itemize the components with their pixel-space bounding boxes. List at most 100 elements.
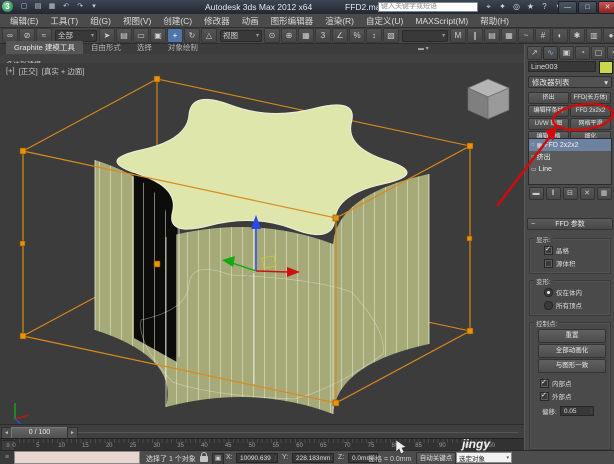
search-go-icon[interactable]: ⌖	[483, 1, 494, 12]
schematic-view-icon[interactable]: #	[535, 28, 551, 43]
modifier-set-button[interactable]: FFD 2x2x2	[570, 105, 611, 117]
tab-motion[interactable]: ◔	[575, 46, 590, 60]
inside-points-checkbox[interactable]: 内部点	[540, 378, 572, 388]
menu-item[interactable]: 帮助(H)	[474, 15, 515, 27]
infocenter-search-input[interactable]	[378, 2, 478, 12]
ribbon-tab[interactable]: Graphite 建模工具	[6, 41, 83, 54]
stack-item-icon[interactable]: ○	[531, 154, 535, 160]
tab-create[interactable]: ↗	[527, 46, 542, 60]
angle-snap-icon[interactable]: ∠	[332, 28, 348, 43]
radio-icon[interactable]	[544, 288, 553, 297]
remove-modifier-icon[interactable]: ✕	[580, 187, 595, 200]
viewport-label[interactable]: [+] [正交] [真实 + 边面]	[6, 66, 84, 77]
absolute-mode-icon[interactable]: ▣	[212, 453, 224, 464]
outside-points-checkbox[interactable]: 外部点	[540, 391, 572, 401]
keyboard-override-icon[interactable]: ▦	[298, 28, 314, 43]
percent-snap-icon[interactable]: %	[349, 28, 365, 43]
lattice-checkbox[interactable]: 晶格	[544, 245, 569, 255]
favorites-icon[interactable]: ★	[525, 1, 536, 12]
menu-item[interactable]: 视图(V)	[117, 15, 157, 27]
menu-item[interactable]: 工具(T)	[44, 15, 84, 27]
show-end-result-icon[interactable]: ‖	[546, 187, 561, 200]
menu-item[interactable]: 编辑(E)	[4, 15, 44, 27]
stack-item-icon[interactable]: ▭	[531, 166, 537, 173]
modifier-set-button[interactable]: UVW 贴图	[528, 118, 569, 130]
minimize-button[interactable]: —	[558, 1, 577, 14]
tab-hierarchy[interactable]: ▣	[559, 46, 574, 60]
make-unique-icon[interactable]: ⊟	[563, 187, 578, 200]
pin-stack-icon[interactable]: ▬	[529, 187, 544, 200]
close-button[interactable]: ✕	[598, 1, 614, 14]
stack-item[interactable]: ○挤出	[529, 151, 611, 163]
menu-item[interactable]: 创建(C)	[157, 15, 198, 27]
open-file-icon[interactable]: ▤	[32, 1, 44, 12]
material-editor-icon[interactable]: ◐	[552, 28, 568, 43]
spinner-arrows-icon[interactable]: ∶	[330, 455, 332, 462]
align-icon[interactable]: ∥	[467, 28, 483, 43]
modifier-set-button[interactable]: 网格平滑	[570, 118, 611, 130]
x-coordinate-field[interactable]: 10090.639 ∶	[236, 453, 278, 463]
key-filter-dropdown[interactable]: 选定对象 ▾	[456, 452, 512, 463]
redo-icon[interactable]: ↷	[74, 1, 86, 12]
rollout-collapse-icon[interactable]: −	[531, 219, 535, 231]
communication-center-icon[interactable]: ◎	[511, 1, 522, 12]
modifier-set-button[interactable]: FFD(长方体)	[570, 92, 611, 104]
radio-icon[interactable]	[544, 301, 553, 310]
selection-lock-icon[interactable]	[200, 456, 208, 462]
spinner-arrows-icon[interactable]: ∶	[590, 408, 592, 415]
layer-manager-icon[interactable]: ▤	[484, 28, 500, 43]
ribbon-tab[interactable]: 自由形式	[83, 41, 129, 54]
rollout-header[interactable]: − FFD 参数	[527, 218, 613, 230]
viewport-general-menu[interactable]: [+]	[6, 66, 15, 77]
configure-modifier-sets-icon[interactable]: ▦	[597, 187, 612, 200]
viewcube[interactable]	[468, 79, 509, 119]
y-coordinate-field[interactable]: 228.183mm ∶	[292, 453, 334, 463]
viewport-shading-menu[interactable]: [真实 + 边面]	[42, 66, 85, 77]
checkbox-icon[interactable]	[544, 246, 553, 255]
named-selection-dropdown[interactable]: ▾	[402, 30, 448, 42]
render-production-icon[interactable]: ●	[603, 28, 614, 43]
menu-item[interactable]: 动画	[236, 15, 265, 27]
menu-item[interactable]: 修改器	[198, 15, 236, 27]
spinner-snap-icon[interactable]: ↕	[366, 28, 382, 43]
graphite-toggle-icon[interactable]: ▦	[501, 28, 517, 43]
undo-icon[interactable]: ↶	[60, 1, 72, 12]
object-color-swatch[interactable]	[599, 61, 613, 74]
tab-utilities[interactable]: ✶	[607, 46, 614, 60]
tab-modify[interactable]: ∿	[543, 46, 558, 60]
stack-item-icon[interactable]: ○	[531, 142, 535, 148]
all-vertices-radio[interactable]: 所有顶点	[544, 300, 582, 310]
help-icon[interactable]: ?	[539, 1, 550, 12]
ribbon-tab[interactable]: 选择	[129, 41, 160, 54]
modifier-set-button[interactable]: 挤出	[528, 92, 569, 104]
maximize-button[interactable]: □	[578, 1, 597, 14]
track-bar[interactable]: ≡ 05101520253035404550556065707580859095…	[0, 438, 524, 450]
stack-item[interactable]: ○▦FFD 2x2x2	[529, 139, 611, 151]
source-volume-checkbox[interactable]: 源体积	[544, 258, 576, 268]
object-name-field[interactable]	[528, 61, 596, 72]
listener-toggle-icon[interactable]: ≡	[0, 451, 15, 464]
curve-editor-icon[interactable]: ~	[518, 28, 534, 43]
save-file-icon[interactable]: ▦	[46, 1, 58, 12]
snap-toggle-3d-icon[interactable]: 3	[315, 28, 331, 43]
render-setup-icon[interactable]: ✱	[569, 28, 585, 43]
maxscript-mini-listener[interactable]	[14, 451, 140, 464]
new-scene-icon[interactable]: ▢	[18, 1, 30, 12]
control-point-button[interactable]: 全部动画化	[538, 344, 606, 358]
control-point-button[interactable]: 与图形一致	[538, 359, 606, 373]
modifier-list-dropdown[interactable]: 修改器列表 ▾	[528, 76, 612, 88]
ribbon-minimize-icon[interactable]: ▬ ▾	[418, 45, 429, 52]
viewport-pov-menu[interactable]: [正交]	[19, 66, 38, 77]
edit-named-selections-icon[interactable]: ▧	[383, 28, 399, 43]
checkbox-icon[interactable]	[540, 379, 549, 388]
stack-item[interactable]: ▭Line	[529, 163, 611, 175]
menu-item[interactable]: 渲染(R)	[319, 15, 360, 27]
subscription-center-icon[interactable]: ✦	[497, 1, 508, 12]
select-and-manipulate-icon[interactable]: ⊕	[281, 28, 297, 43]
stack-item-icon[interactable]: ▦	[537, 142, 543, 149]
auto-key-button[interactable]: 自动关键点	[416, 452, 456, 464]
menu-item[interactable]: 自定义(U)	[360, 15, 409, 27]
use-pivot-center-icon[interactable]: ⊙	[264, 28, 280, 43]
offset-spinner[interactable]: 0.05 ∶	[560, 406, 594, 416]
viewport[interactable]: [+] [正交] [真实 + 边面]	[0, 63, 524, 424]
